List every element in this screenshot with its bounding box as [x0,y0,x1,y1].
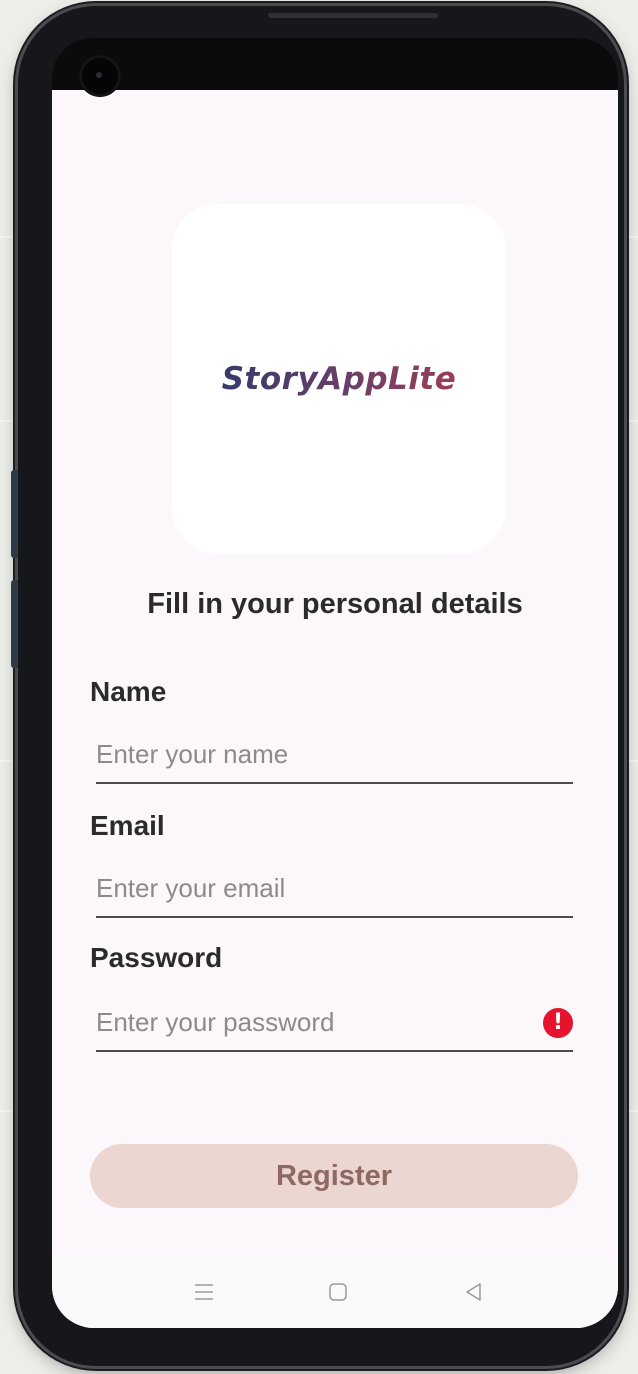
page-title: Fill in your personal details [147,588,523,620]
front-camera [79,55,121,97]
email-label: Email [90,810,165,841]
back-icon[interactable] [454,1272,494,1312]
menu-icon[interactable] [184,1272,224,1312]
email-input[interactable] [96,866,526,910]
name-field-container [96,732,573,784]
home-icon[interactable] [318,1272,358,1312]
error-icon: ! [543,1008,573,1038]
app-screen: StoryAppLite Fill in your personal detai… [52,90,618,1328]
app-logo-card: StoryAppLite [172,204,506,554]
name-input[interactable] [96,732,526,776]
earpiece [268,13,438,18]
system-nav-bar [52,1258,618,1328]
volume-up-button [11,470,18,558]
password-label: Password [90,942,223,973]
status-bar [52,38,618,92]
password-field-container: ! [96,1000,573,1052]
email-field-container [96,866,573,918]
register-button[interactable]: Register [90,1144,578,1208]
name-label: Name [90,676,167,707]
volume-down-button [11,580,18,668]
app-logo: StoryAppLite [221,361,457,397]
password-input[interactable] [96,1000,526,1044]
